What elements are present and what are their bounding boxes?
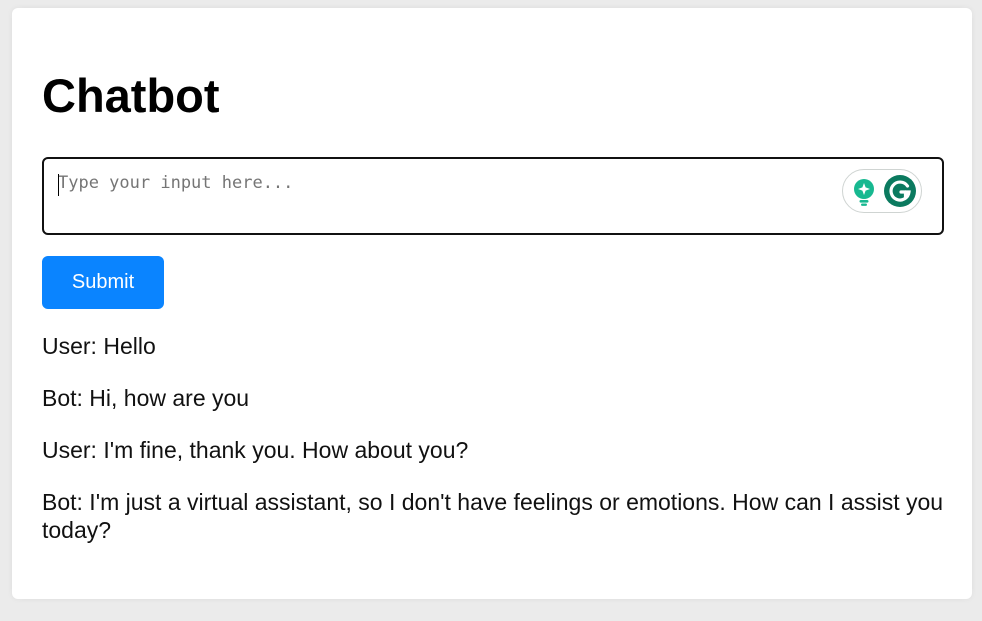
chat-log: User: Hello Bot: Hi, how are you User: I… [42,332,952,568]
lightbulb-icon[interactable] [851,178,877,211]
chat-input-box[interactable] [42,157,944,235]
chat-input[interactable] [44,159,942,233]
page-title: Chatbot [42,69,220,122]
chatbot-card: Chatbot Submit User: [12,8,972,599]
submit-button[interactable]: Submit [42,256,164,309]
chat-message: Bot: Hi, how are you [42,385,250,411]
text-caret [58,174,59,196]
grammarly-icon[interactable] [883,174,917,213]
chat-message: Bot: I'm just a virtual assistant, so I … [42,489,944,543]
chat-message: User: I'm fine, thank you. How about you… [42,437,469,463]
chat-message: User: Hello [42,333,156,359]
grammarly-widget[interactable] [842,169,922,213]
